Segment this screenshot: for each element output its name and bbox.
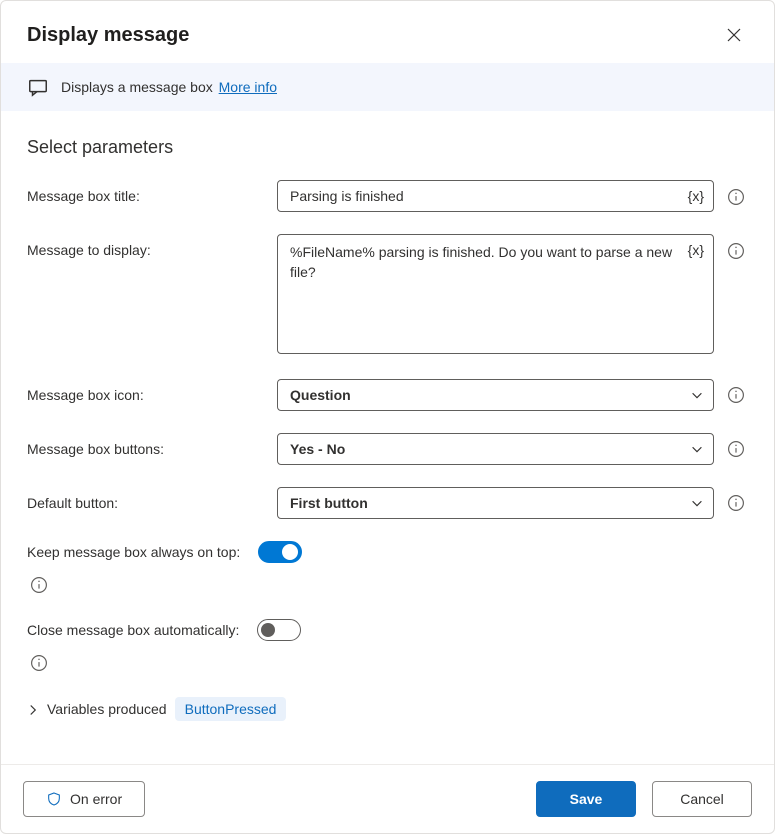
field-buttons: Message box buttons: bbox=[27, 433, 748, 465]
close-icon bbox=[726, 27, 742, 43]
insert-variable-button[interactable]: {x} bbox=[686, 186, 706, 206]
info-icon[interactable] bbox=[724, 383, 748, 407]
variables-produced-row[interactable]: Variables produced ButtonPressed bbox=[27, 697, 748, 721]
cancel-button[interactable]: Cancel bbox=[652, 781, 752, 817]
save-button[interactable]: Save bbox=[536, 781, 636, 817]
autoclose-label: Close message box automatically: bbox=[27, 622, 239, 638]
info-icon[interactable] bbox=[724, 437, 748, 461]
banner-text-content: Displays a message box bbox=[61, 79, 213, 95]
banner-text: Displays a message box More info bbox=[61, 79, 277, 95]
info-icon[interactable] bbox=[27, 573, 51, 597]
ontop-label: Keep message box always on top: bbox=[27, 544, 240, 560]
buttons-label: Message box buttons: bbox=[27, 441, 267, 457]
shield-icon bbox=[46, 791, 62, 807]
message-title-input[interactable] bbox=[277, 180, 714, 212]
field-default-button: Default button: bbox=[27, 487, 748, 519]
insert-variable-button[interactable]: {x} bbox=[686, 240, 706, 260]
on-error-button[interactable]: On error bbox=[23, 781, 145, 817]
info-icon[interactable] bbox=[724, 185, 748, 209]
dialog-title: Display message bbox=[27, 24, 189, 47]
message-icon bbox=[27, 76, 49, 98]
buttons-select[interactable] bbox=[277, 433, 714, 465]
message-body-input[interactable] bbox=[277, 234, 714, 354]
auto-close-toggle[interactable] bbox=[257, 619, 301, 641]
field-always-on-top: Keep message box always on top: bbox=[27, 541, 748, 597]
default-button-select[interactable] bbox=[277, 487, 714, 519]
field-auto-close: Close message box automatically: bbox=[27, 619, 748, 675]
variable-chip[interactable]: ButtonPressed bbox=[175, 697, 287, 721]
info-banner: Displays a message box More info bbox=[1, 63, 774, 111]
dialog-footer: On error Save Cancel bbox=[1, 764, 774, 833]
chevron-right-icon bbox=[27, 704, 39, 716]
dialog-body: Select parameters Message box title: {x}… bbox=[1, 111, 774, 764]
section-title: Select parameters bbox=[27, 137, 748, 158]
close-button[interactable] bbox=[720, 21, 748, 49]
message-title-label: Message box title: bbox=[27, 180, 267, 204]
info-icon[interactable] bbox=[724, 239, 748, 263]
message-body-label: Message to display: bbox=[27, 234, 267, 258]
icon-select[interactable] bbox=[277, 379, 714, 411]
variables-produced-label: Variables produced bbox=[47, 701, 167, 717]
display-message-dialog: Display message Displays a message box M… bbox=[0, 0, 775, 834]
info-icon[interactable] bbox=[27, 651, 51, 675]
always-on-top-toggle[interactable] bbox=[258, 541, 302, 563]
field-message-body: Message to display: {x} bbox=[27, 234, 748, 357]
icon-label: Message box icon: bbox=[27, 387, 267, 403]
field-icon: Message box icon: bbox=[27, 379, 748, 411]
more-info-link[interactable]: More info bbox=[219, 79, 277, 95]
field-message-title: Message box title: {x} bbox=[27, 180, 748, 212]
on-error-label: On error bbox=[70, 791, 122, 807]
info-icon[interactable] bbox=[724, 491, 748, 515]
default-button-label: Default button: bbox=[27, 495, 267, 511]
dialog-header: Display message bbox=[1, 1, 774, 63]
